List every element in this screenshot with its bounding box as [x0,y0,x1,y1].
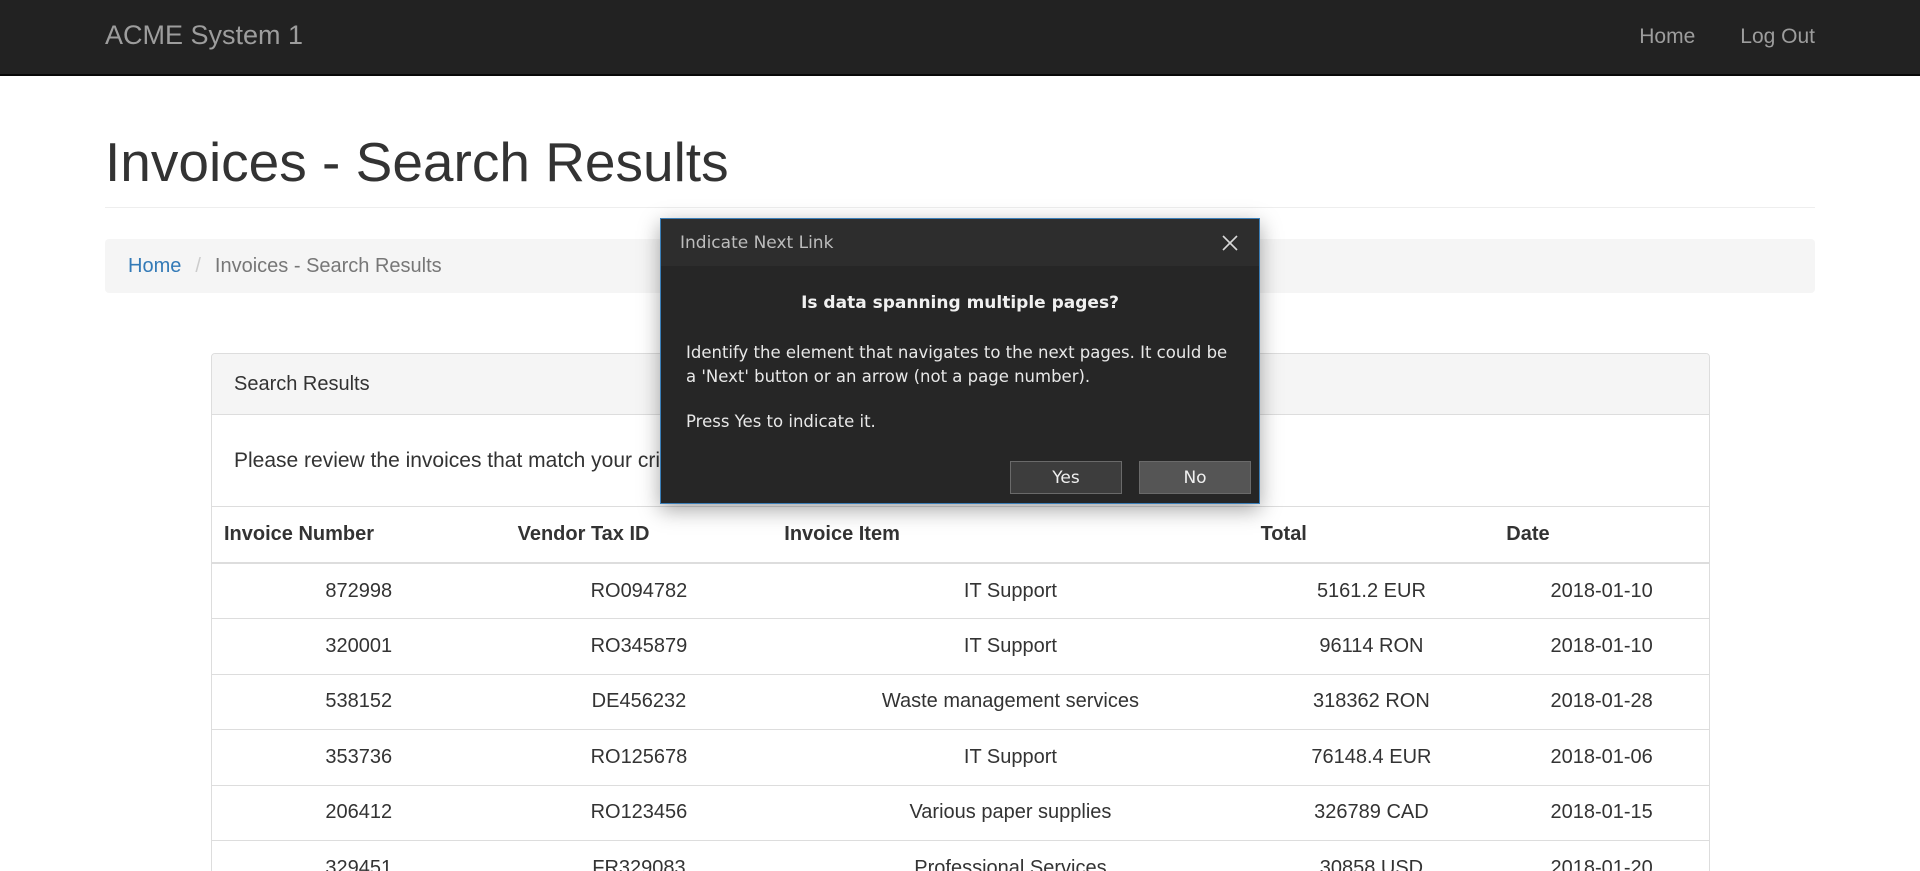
invoices-table: Invoice Number Vendor Tax ID Invoice Ite… [212,507,1709,871]
cell-total: 326789 CAD [1248,784,1495,841]
cell-total: 318362 RON [1248,673,1495,730]
brand-logo[interactable]: ACME System 1 [105,20,303,51]
column-header-date: Date [1494,507,1709,564]
table-row: 329451 FR329083 Professional Services 30… [212,840,1709,871]
dialog-instructions: Identify the element that navigates to t… [686,343,1228,386]
indicate-next-link-dialog: Indicate Next Link Is data spanning mult… [660,218,1260,504]
dialog-title: Indicate Next Link [680,233,834,253]
cell-date: 2018-01-10 [1494,618,1709,674]
column-header-invoice-number: Invoice Number [212,507,506,564]
nav-link-home[interactable]: Home [1639,25,1695,49]
cell-invoice-item: IT Support [772,562,1249,619]
yes-button[interactable]: Yes [1010,461,1122,494]
column-header-vendor-tax-id: Vendor Tax ID [505,507,773,564]
table-row: 206412 RO123456 Various paper supplies 3… [212,784,1709,841]
cell-vendor-tax-id: RO345879 [505,618,773,674]
cell-invoice-number: 329451 [212,840,506,871]
table-row: 353736 RO125678 IT Support 76148.4 EUR 2… [212,729,1709,785]
cell-vendor-tax-id: RO125678 [505,729,773,785]
cell-date: 2018-01-20 [1494,840,1709,871]
cell-date: 2018-01-10 [1494,562,1709,619]
cell-invoice-number: 872998 [212,562,506,619]
dialog-titlebar[interactable]: Indicate Next Link [661,219,1259,266]
cell-invoice-item: IT Support [772,618,1249,674]
page-title: Invoices - Search Results [105,131,729,193]
cell-invoice-number: 538152 [212,673,506,730]
breadcrumb-current: Invoices - Search Results [214,254,442,277]
cell-total: 96114 RON [1248,618,1495,674]
cell-invoice-number: 353736 [212,729,506,785]
cell-invoice-number: 320001 [212,618,506,674]
nav-links: Home Log Out [1594,0,1815,74]
cell-invoice-item: Professional Services [772,840,1249,871]
navbar: ACME System 1 Home Log Out [0,0,1920,76]
cell-vendor-tax-id: DE456232 [505,673,773,730]
cell-vendor-tax-id: RO094782 [505,562,773,619]
cell-total: 5161.2 EUR [1248,562,1495,619]
cell-invoice-item: IT Support [772,729,1249,785]
table-header-row: Invoice Number Vendor Tax ID Invoice Ite… [212,507,1709,564]
no-button[interactable]: No [1139,461,1251,494]
column-header-invoice-item: Invoice Item [772,507,1249,564]
close-icon[interactable] [1217,230,1243,256]
cell-vendor-tax-id: RO123456 [505,784,773,841]
column-header-total: Total [1248,507,1495,564]
cell-invoice-item: Various paper supplies [772,784,1249,841]
header-divider [105,207,1815,208]
table-row: 320001 RO345879 IT Support 96114 RON 201… [212,618,1709,674]
cell-date: 2018-01-28 [1494,673,1709,730]
cell-invoice-number: 206412 [212,784,506,841]
cell-date: 2018-01-06 [1494,729,1709,785]
cell-total: 76148.4 EUR [1248,729,1495,785]
cell-vendor-tax-id: FR329083 [505,840,773,871]
cell-invoice-item: Waste management services [772,673,1249,730]
dialog-prompt: Press Yes to indicate it. [686,412,876,431]
table-row: 872998 RO094782 IT Support 5161.2 EUR 20… [212,562,1709,619]
cell-total: 30858 USD [1248,840,1495,871]
table-row: 538152 DE456232 Waste management service… [212,673,1709,730]
breadcrumb-home-link[interactable]: Home [128,255,181,278]
dialog-heading: Is data spanning multiple pages? [801,293,1119,313]
cell-date: 2018-01-15 [1494,784,1709,841]
breadcrumb-separator: / [195,254,201,277]
nav-link-logout[interactable]: Log Out [1740,25,1815,49]
